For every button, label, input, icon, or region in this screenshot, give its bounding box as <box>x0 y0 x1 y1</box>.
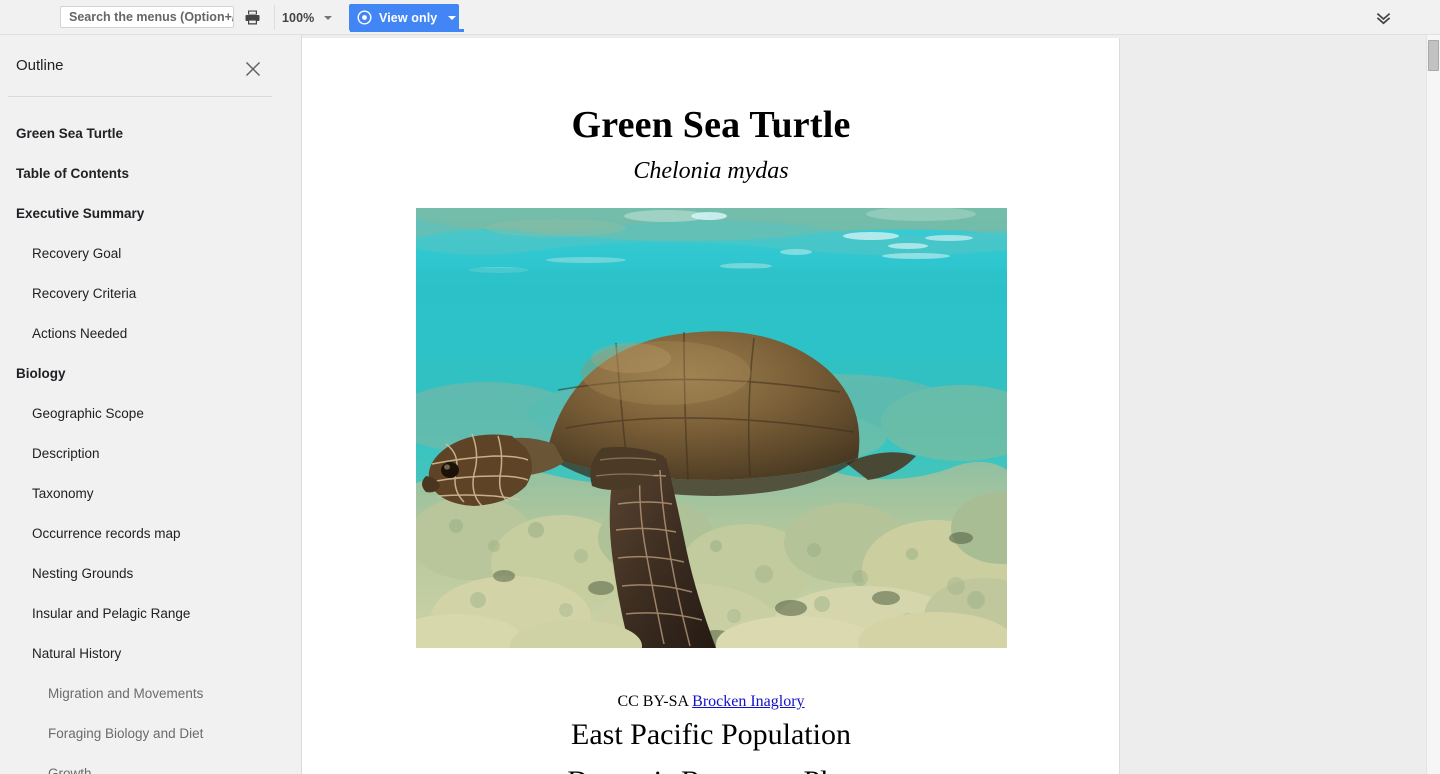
outline-list: Green Sea Turtle Table of Contents Executi… <box>0 113 301 774</box>
outline-item-label: Executive Summary <box>16 205 145 221</box>
document-title: Green Sea Turtle <box>571 104 851 146</box>
outline-item[interactable]: Natural History <box>0 633 301 673</box>
document-scroll-area[interactable]: Green Sea Turtle Chelonia mydas CC BY-SA… <box>302 35 1440 774</box>
outline-item-label: Recovery Criteria <box>32 285 137 301</box>
outline-divider <box>8 96 272 97</box>
outline-item-label: Actions Needed <box>32 325 128 341</box>
plan-line-italic: Dynamic <box>565 765 673 774</box>
close-icon <box>245 61 261 77</box>
outline-item[interactable]: Biology <box>0 353 301 393</box>
vertical-scrollbar-track[interactable] <box>1426 35 1440 774</box>
outline-item-label: Growth <box>48 765 92 774</box>
outline-item-label: Taxonomy <box>32 485 94 501</box>
close-outline-button[interactable] <box>243 59 263 79</box>
outline-item[interactable]: Actions Needed <box>0 313 301 353</box>
view-only-label: View only <box>379 10 438 25</box>
outline-panel-title: Outline <box>16 57 64 74</box>
outline-item[interactable]: Table of Contents <box>0 153 301 193</box>
progress-fill <box>350 29 464 32</box>
document-population-line: East Pacific Population <box>571 718 851 751</box>
outline-item-label: Migration and Movements <box>48 685 204 701</box>
zoom-level-value: 100% <box>282 10 315 25</box>
document-subtitle: Chelonia mydas <box>633 158 789 184</box>
outline-item[interactable]: Recovery Criteria <box>0 273 301 313</box>
document-plan-line: Dynamic Recovery Plan <box>302 765 1120 774</box>
outline-item-label: Insular and Pelagic Range <box>32 605 191 621</box>
eye-icon <box>357 10 372 25</box>
document-load-progress-bar <box>302 29 1440 32</box>
plan-line-rest: Recovery Plan <box>681 765 857 774</box>
outline-item[interactable]: Geographic Scope <box>0 393 301 433</box>
caption-attribution-link[interactable]: Brocken Inaglory <box>692 693 804 710</box>
collapse-menus-button[interactable] <box>1371 8 1395 28</box>
outline-item[interactable]: Insular and Pelagic Range <box>0 593 301 633</box>
image-caption: CC BY-SA Brocken Inaglory <box>302 693 1120 711</box>
double-chevron-down-icon <box>1376 12 1390 24</box>
view-only-button[interactable]: View only <box>349 4 459 31</box>
outline-item-label: Natural History <box>32 645 122 661</box>
outline-item-label: Table of Contents <box>16 165 129 181</box>
outline-item[interactable]: Green Sea Turtle <box>0 113 301 153</box>
outline-header: Outline <box>0 35 301 96</box>
outline-item-label: Occurrence records map <box>32 525 181 541</box>
outline-item-label: Nesting Grounds <box>32 565 134 581</box>
outline-item[interactable]: Description <box>0 433 301 473</box>
outline-item-label: Recovery Goal <box>32 245 122 261</box>
green-sea-turtle-photo <box>416 208 1007 648</box>
outline-item-label: Green Sea Turtle <box>16 125 124 141</box>
zoom-level-dropdown[interactable]: 100% <box>282 7 333 28</box>
outline-item[interactable]: Growth <box>0 753 301 774</box>
printer-icon <box>245 10 260 25</box>
print-button[interactable] <box>243 8 262 27</box>
outline-item[interactable]: Migration and Movements <box>0 673 301 713</box>
outline-item-label: Foraging Biology and Diet <box>48 725 204 741</box>
outline-item[interactable]: Nesting Grounds <box>0 553 301 593</box>
outline-item[interactable]: Recovery Goal <box>0 233 301 273</box>
outline-item-label: Description <box>32 445 100 461</box>
toolbar-separator <box>274 5 275 30</box>
document-page: Green Sea Turtle Chelonia mydas CC BY-SA… <box>302 38 1120 774</box>
caption-license: CC BY-SA <box>617 693 689 710</box>
vertical-scrollbar-thumb[interactable] <box>1428 40 1439 71</box>
outline-item-label: Biology <box>16 365 66 381</box>
chevron-down-icon <box>324 15 333 20</box>
search-input[interactable] <box>60 6 234 28</box>
outline-item-label: Geographic Scope <box>32 405 144 421</box>
outline-item[interactable]: Taxonomy <box>0 473 301 513</box>
outline-item[interactable]: Foraging Biology and Diet <box>0 713 301 753</box>
outline-panel: Outline Green Sea Turtle Table of Content… <box>0 35 302 774</box>
outline-item[interactable]: Executive Summary <box>0 193 301 233</box>
outline-item[interactable]: Occurrence records map <box>0 513 301 553</box>
chevron-down-icon <box>448 15 457 20</box>
